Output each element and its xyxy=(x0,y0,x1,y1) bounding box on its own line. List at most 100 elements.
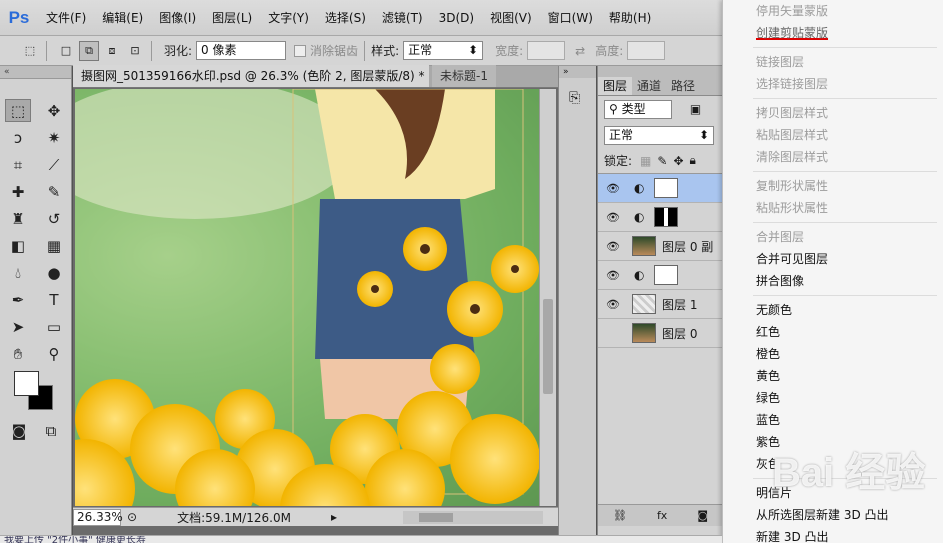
history-brush-icon[interactable]: ↺ xyxy=(36,205,72,232)
chevron-right-icon[interactable]: ▸ xyxy=(331,510,337,524)
tab-main-document[interactable]: 摄图网_501359166水印.psd @ 26.3% (色阶 2, 图层蒙版/… xyxy=(73,65,429,87)
move-tool-icon[interactable]: ✥ xyxy=(36,97,72,124)
context-menu-item[interactable]: 黄色 xyxy=(723,365,943,387)
marquee-tool-icon[interactable]: ⬚ xyxy=(5,99,31,122)
add-selection-icon[interactable]: ⧉ xyxy=(79,40,99,61)
close-icon[interactable]: × xyxy=(428,69,429,83)
menu-item[interactable]: 滤镜(T) xyxy=(374,0,431,36)
menu-item[interactable]: 视图(V) xyxy=(482,0,540,36)
layer-row[interactable]: 👁︎ ◐ xyxy=(598,174,722,203)
visibility-eye-icon[interactable]: 👁︎ xyxy=(598,182,628,195)
zoom-tool-icon[interactable]: ⚲ xyxy=(36,340,72,367)
tab-layers[interactable]: 图层 xyxy=(598,77,633,95)
lock-transparent-icon[interactable]: ▦ xyxy=(640,154,651,168)
eyedropper-icon[interactable]: ⟋ xyxy=(36,151,72,178)
context-menu-item[interactable]: 蓝色 xyxy=(723,409,943,431)
magic-wand-icon[interactable]: ✷ xyxy=(36,124,72,151)
layer-row[interactable]: 图层 0 xyxy=(598,319,722,348)
pen-tool-icon[interactable]: ✒ xyxy=(0,286,36,313)
layer-row[interactable]: 👁︎ 图层 1 xyxy=(598,290,722,319)
context-menu-item[interactable]: 橙色 xyxy=(723,343,943,365)
horizontal-scrollbar[interactable] xyxy=(403,511,543,524)
context-menu-item[interactable]: 从所选图层新建 3D 凸出 xyxy=(723,504,943,526)
menu-item[interactable]: 图层(L) xyxy=(204,0,260,36)
hand-tool-icon[interactable]: ✋︎ xyxy=(0,340,36,367)
layer-mask-thumbnail[interactable] xyxy=(654,178,679,198)
menu-item[interactable]: 图像(I) xyxy=(151,0,204,36)
brush-tool-icon[interactable]: ✎ xyxy=(36,178,72,205)
marquee-preset-icon[interactable]: ⬚ xyxy=(20,41,40,61)
layer-mask-thumbnail[interactable] xyxy=(654,265,679,285)
subtract-selection-icon[interactable]: ⧈ xyxy=(102,41,122,61)
feather-input[interactable]: 0 像素 xyxy=(196,41,287,60)
layer-thumbnail[interactable] xyxy=(632,236,656,256)
layer-row[interactable]: 👁︎ ◐ xyxy=(598,203,722,232)
path-select-icon[interactable]: ➤ xyxy=(0,313,36,340)
vertical-scrollbar[interactable] xyxy=(539,89,556,506)
visibility-eye-icon[interactable]: 👁︎ xyxy=(598,240,628,253)
context-menu-item[interactable]: 无颜色 xyxy=(723,299,943,321)
foreground-color[interactable] xyxy=(14,371,39,396)
visibility-eye-icon[interactable]: 👁︎ xyxy=(598,269,628,282)
layer-filter-select[interactable]: ⚲ 类型 xyxy=(604,100,672,119)
lock-label: 锁定: xyxy=(604,154,633,168)
tab-channels[interactable]: 通道 xyxy=(632,77,666,95)
lock-move-icon[interactable]: ✥ xyxy=(673,154,683,168)
zoom-field[interactable]: 26.33% xyxy=(73,508,123,526)
menu-item[interactable]: 文字(Y) xyxy=(260,0,317,36)
style-select[interactable]: 正常 ⬍ xyxy=(403,41,484,60)
blur-tool-icon[interactable]: 💧︎ xyxy=(0,259,36,286)
context-menu-item[interactable]: 合并可见图层 xyxy=(723,248,943,270)
menu-item[interactable]: 编辑(E) xyxy=(94,0,151,36)
taskbar: 我要上传 "2件小事" 健康更长寿 xyxy=(0,535,722,543)
fx-icon[interactable]: fx xyxy=(657,509,667,522)
mask-icon[interactable]: ◙ xyxy=(697,509,708,522)
crop-tool-icon[interactable]: ⌗ xyxy=(0,151,36,178)
menu-item[interactable]: 选择(S) xyxy=(317,0,374,36)
menu-item[interactable]: 文件(F) xyxy=(38,0,94,36)
lock-all-icon[interactable]: 🔒︎ xyxy=(690,153,696,168)
tab-untitled[interactable]: 未标题-1 xyxy=(432,65,496,87)
context-menu-item[interactable]: 绿色 xyxy=(723,387,943,409)
context-menu-item[interactable]: 红色 xyxy=(723,321,943,343)
style-label: 样式: xyxy=(371,44,400,58)
context-menu-item: 复制形状属性 xyxy=(756,179,829,193)
gradient-tool-icon[interactable]: ▦ xyxy=(36,232,72,259)
image-canvas[interactable] xyxy=(75,89,539,506)
quick-mask-icon[interactable]: ◙ xyxy=(8,420,30,442)
layer-row[interactable]: 👁︎ 图层 0 副 xyxy=(598,232,722,261)
scroll-thumb[interactable] xyxy=(543,299,553,394)
image-filter-icon[interactable]: ▣ xyxy=(690,102,701,116)
history-panel-icon[interactable]: ⎘ xyxy=(569,90,596,106)
lasso-tool-icon[interactable]: ↄ xyxy=(0,124,36,151)
scroll-thumb[interactable] xyxy=(419,513,453,522)
layer-thumbnail[interactable] xyxy=(632,323,656,343)
type-tool-icon[interactable]: T xyxy=(36,286,72,313)
info-icon[interactable]: ⊙ xyxy=(127,510,137,524)
screen-mode-icon[interactable]: ⧉ xyxy=(40,420,62,442)
menu-item[interactable]: 帮助(H) xyxy=(601,0,659,36)
stamp-tool-icon[interactable]: ♜ xyxy=(0,205,36,232)
antialias-checkbox[interactable] xyxy=(294,44,307,57)
dodge-tool-icon[interactable]: ● xyxy=(36,259,72,286)
tab-paths[interactable]: 路径 xyxy=(666,77,700,95)
lock-paint-icon[interactable]: ✎ xyxy=(657,154,667,168)
context-menu-item[interactable]: 拼合图像 xyxy=(723,270,943,292)
eraser-tool-icon[interactable]: ◧ xyxy=(0,232,36,259)
visibility-eye-icon[interactable]: 👁︎ xyxy=(598,211,628,224)
layer-mask-thumbnail[interactable] xyxy=(654,207,679,227)
blend-mode-select[interactable]: 正常 ⬍ xyxy=(604,126,714,145)
visibility-eye-icon[interactable]: 👁︎ xyxy=(598,298,628,311)
rectangle-tool-icon[interactable]: ▭ xyxy=(36,313,72,340)
link-icon[interactable]: ⛓ xyxy=(613,509,627,522)
layer-thumbnail[interactable] xyxy=(632,294,656,314)
healing-brush-icon[interactable]: ✚ xyxy=(0,178,36,205)
context-menu-item[interactable]: 新建 3D 凸出 xyxy=(723,526,943,543)
layer-row[interactable]: 👁︎ ◐ xyxy=(598,261,722,290)
collapse-icon[interactable]: « xyxy=(0,66,71,79)
intersect-selection-icon[interactable]: ⊡ xyxy=(125,41,145,61)
menu-item[interactable]: 窗口(W) xyxy=(540,0,601,36)
collapse-icon[interactable]: » xyxy=(559,66,596,78)
menu-item[interactable]: 3D(D) xyxy=(431,0,482,36)
new-selection-icon[interactable]: □ xyxy=(56,41,76,61)
